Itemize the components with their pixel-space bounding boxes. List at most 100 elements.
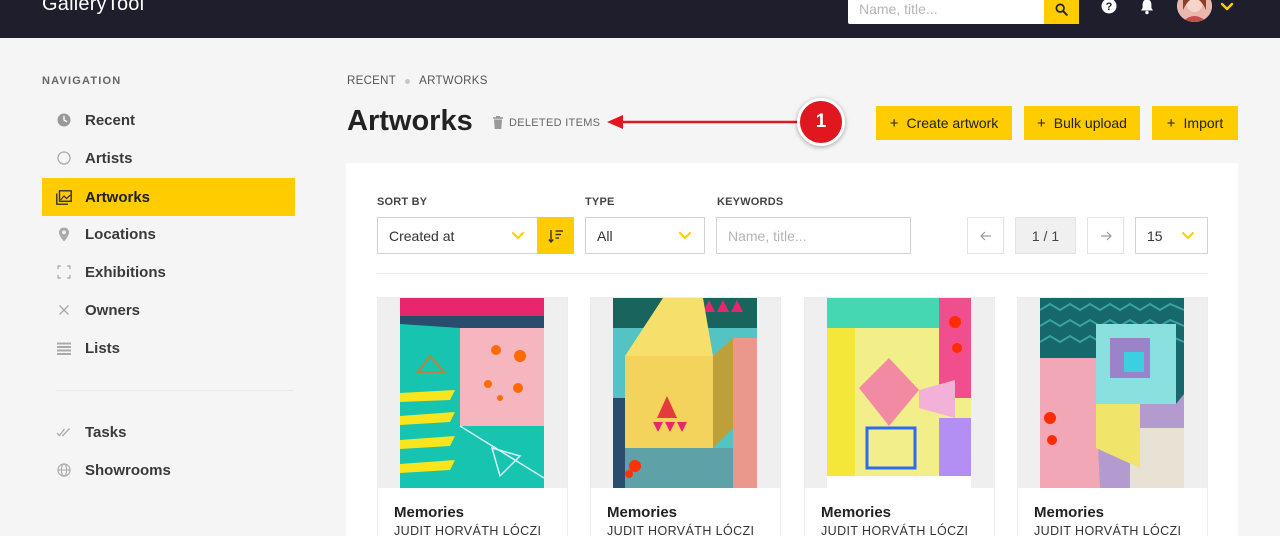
bulk-upload-button[interactable]: + Bulk upload — [1024, 106, 1140, 140]
clock-icon — [56, 112, 72, 128]
sidebar-item-tasks[interactable]: Tasks — [42, 413, 295, 451]
sidebar-item-label: Exhibitions — [85, 263, 166, 281]
sidebar-item-recent[interactable]: Recent — [42, 101, 295, 139]
nav-heading: NAVIGATION — [42, 75, 122, 87]
avatar[interactable] — [1177, 0, 1212, 22]
frame-icon — [56, 264, 72, 280]
artwork-image-icon — [827, 298, 971, 488]
artwork-card[interactable]: Memories JUDIT HORVÁTH LÓCZI — [377, 297, 568, 536]
bulk-upload-label: Bulk upload — [1053, 115, 1127, 131]
page-indicator: 1 / 1 — [1015, 217, 1076, 254]
breadcrumb-item-artworks: ARTWORKS — [419, 75, 488, 87]
bell-icon — [1141, 0, 1153, 14]
per-page-select[interactable]: 15 — [1135, 217, 1208, 254]
sort-by-value: Created at — [389, 227, 455, 244]
annotation-arrow-icon — [607, 115, 799, 129]
circle-icon — [56, 150, 72, 166]
sidebar-item-label: Recent — [85, 111, 136, 129]
help-icon: ? — [1101, 0, 1117, 14]
sidebar-item-showrooms[interactable]: Showrooms — [42, 451, 295, 489]
sidebar-item-label: Lists — [85, 339, 121, 357]
artwork-title: Memories — [821, 504, 892, 521]
account-menu-toggle[interactable] — [1219, 0, 1235, 12]
plus-icon: + — [1166, 114, 1176, 132]
deleted-items-label: DELETED ITEMS — [509, 116, 601, 129]
sidebar-item-label: Artists — [85, 149, 133, 167]
create-artwork-label: Create artwork — [906, 115, 999, 131]
artwork-image-icon — [1040, 298, 1184, 488]
sidebar-item-label: Owners — [85, 301, 141, 319]
artwork-title: Memories — [607, 504, 678, 521]
artwork-artist: JUDIT HORVÁTH LÓCZI — [821, 524, 969, 536]
sidebar-item-exhibitions[interactable]: Exhibitions — [42, 253, 295, 291]
breadcrumb: RECENT ARTWORKS — [347, 75, 488, 87]
plus-icon: + — [1037, 114, 1046, 132]
chevron-down-icon — [512, 232, 524, 239]
type-label: TYPE — [585, 196, 615, 208]
check-icon — [56, 424, 72, 440]
sidebar-item-lists[interactable]: Lists — [42, 329, 295, 367]
sort-by-select[interactable]: Created at — [377, 217, 538, 254]
images-icon — [56, 189, 72, 205]
user-photo-icon — [1177, 0, 1212, 22]
chevron-down-icon — [679, 232, 691, 239]
sort-by-label: SORT BY — [377, 196, 428, 208]
chevron-down-icon — [1182, 232, 1194, 239]
notifications-button[interactable] — [1137, 0, 1157, 16]
sidebar-item-label: Locations — [85, 225, 156, 243]
artwork-card[interactable]: Memories JUDIT HORVÁTH LÓCZI — [590, 297, 781, 536]
close-icon — [56, 302, 72, 318]
sort-direction-button[interactable] — [537, 217, 574, 254]
breadcrumb-item-recent[interactable]: RECENT — [347, 75, 396, 87]
import-label: Import — [1183, 115, 1224, 131]
trash-icon — [493, 116, 503, 129]
page-title: Artworks — [347, 105, 473, 137]
import-button[interactable]: + Import — [1152, 106, 1238, 140]
sidebar-item-artworks[interactable]: Artworks — [42, 178, 295, 216]
artwork-thumbnail — [805, 298, 994, 488]
global-search — [848, 0, 1079, 24]
breadcrumb-separator — [405, 78, 411, 84]
sidebar-item-label: Tasks — [85, 423, 127, 441]
sort-desc-icon — [547, 229, 563, 243]
sidebar-item-label: Showrooms — [85, 461, 171, 479]
list-icon — [56, 340, 72, 356]
sidebar-divider — [56, 390, 294, 391]
arrow-right-icon — [1100, 231, 1112, 240]
artwork-thumbnail — [591, 298, 780, 488]
artwork-card[interactable]: Memories JUDIT HORVÁTH LÓCZI — [1017, 297, 1208, 536]
app-logo[interactable]: GalleryTool — [42, 0, 144, 16]
search-button[interactable] — [1044, 0, 1079, 24]
svg-text:?: ? — [1106, 1, 1113, 13]
artwork-thumbnail — [378, 298, 567, 488]
artwork-image-icon — [400, 298, 544, 488]
keywords-label: KEYWORDS — [717, 196, 784, 208]
artwork-card[interactable]: Memories JUDIT HORVÁTH LÓCZI — [804, 297, 995, 536]
plus-icon: + — [889, 114, 899, 132]
per-page-value: 15 — [1147, 227, 1163, 244]
create-artwork-button[interactable]: + Create artwork — [876, 106, 1012, 140]
type-value: All — [597, 227, 613, 244]
artwork-image-icon — [613, 298, 757, 488]
filters-divider — [377, 273, 1208, 274]
keywords-input[interactable] — [716, 217, 911, 254]
sidebar-item-artists[interactable]: Artists — [42, 139, 295, 177]
annotation-badge: 1 — [797, 98, 845, 146]
sidebar-item-locations[interactable]: Locations — [42, 215, 295, 253]
sidebar-item-label: Artworks — [85, 188, 151, 206]
artwork-artist: JUDIT HORVÁTH LÓCZI — [394, 524, 542, 536]
arrow-left-icon — [979, 231, 991, 240]
artwork-title: Memories — [394, 504, 465, 521]
artwork-title: Memories — [1034, 504, 1105, 521]
top-bar: GalleryTool ? — [0, 0, 1280, 38]
deleted-items-link[interactable]: DELETED ITEMS — [493, 116, 600, 129]
search-icon — [1055, 3, 1068, 16]
type-select[interactable]: All — [585, 217, 705, 254]
sidebar-item-owners[interactable]: Owners — [42, 291, 295, 329]
next-page-button[interactable] — [1087, 217, 1124, 254]
previous-page-button[interactable] — [967, 217, 1004, 254]
globe-icon — [56, 462, 72, 478]
global-search-input[interactable] — [848, 0, 1044, 24]
help-button[interactable]: ? — [1099, 0, 1119, 16]
artwork-thumbnail — [1018, 298, 1207, 488]
